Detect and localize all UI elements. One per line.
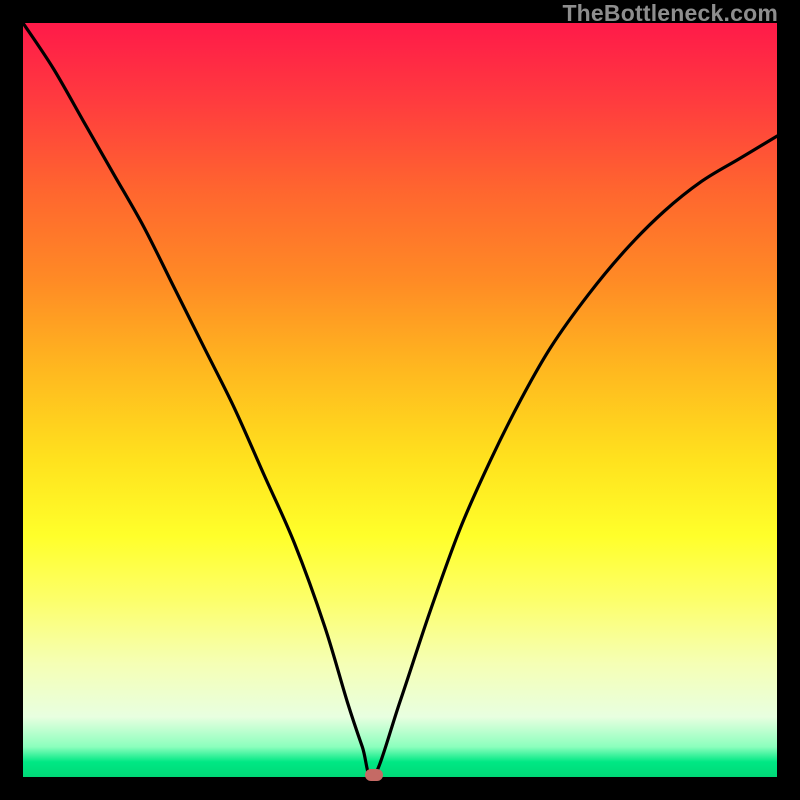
- watermark-text: TheBottleneck.com: [562, 0, 778, 27]
- min-point-marker: [365, 769, 383, 781]
- chart-frame: TheBottleneck.com: [0, 0, 800, 800]
- bottleneck-curve: [23, 23, 777, 777]
